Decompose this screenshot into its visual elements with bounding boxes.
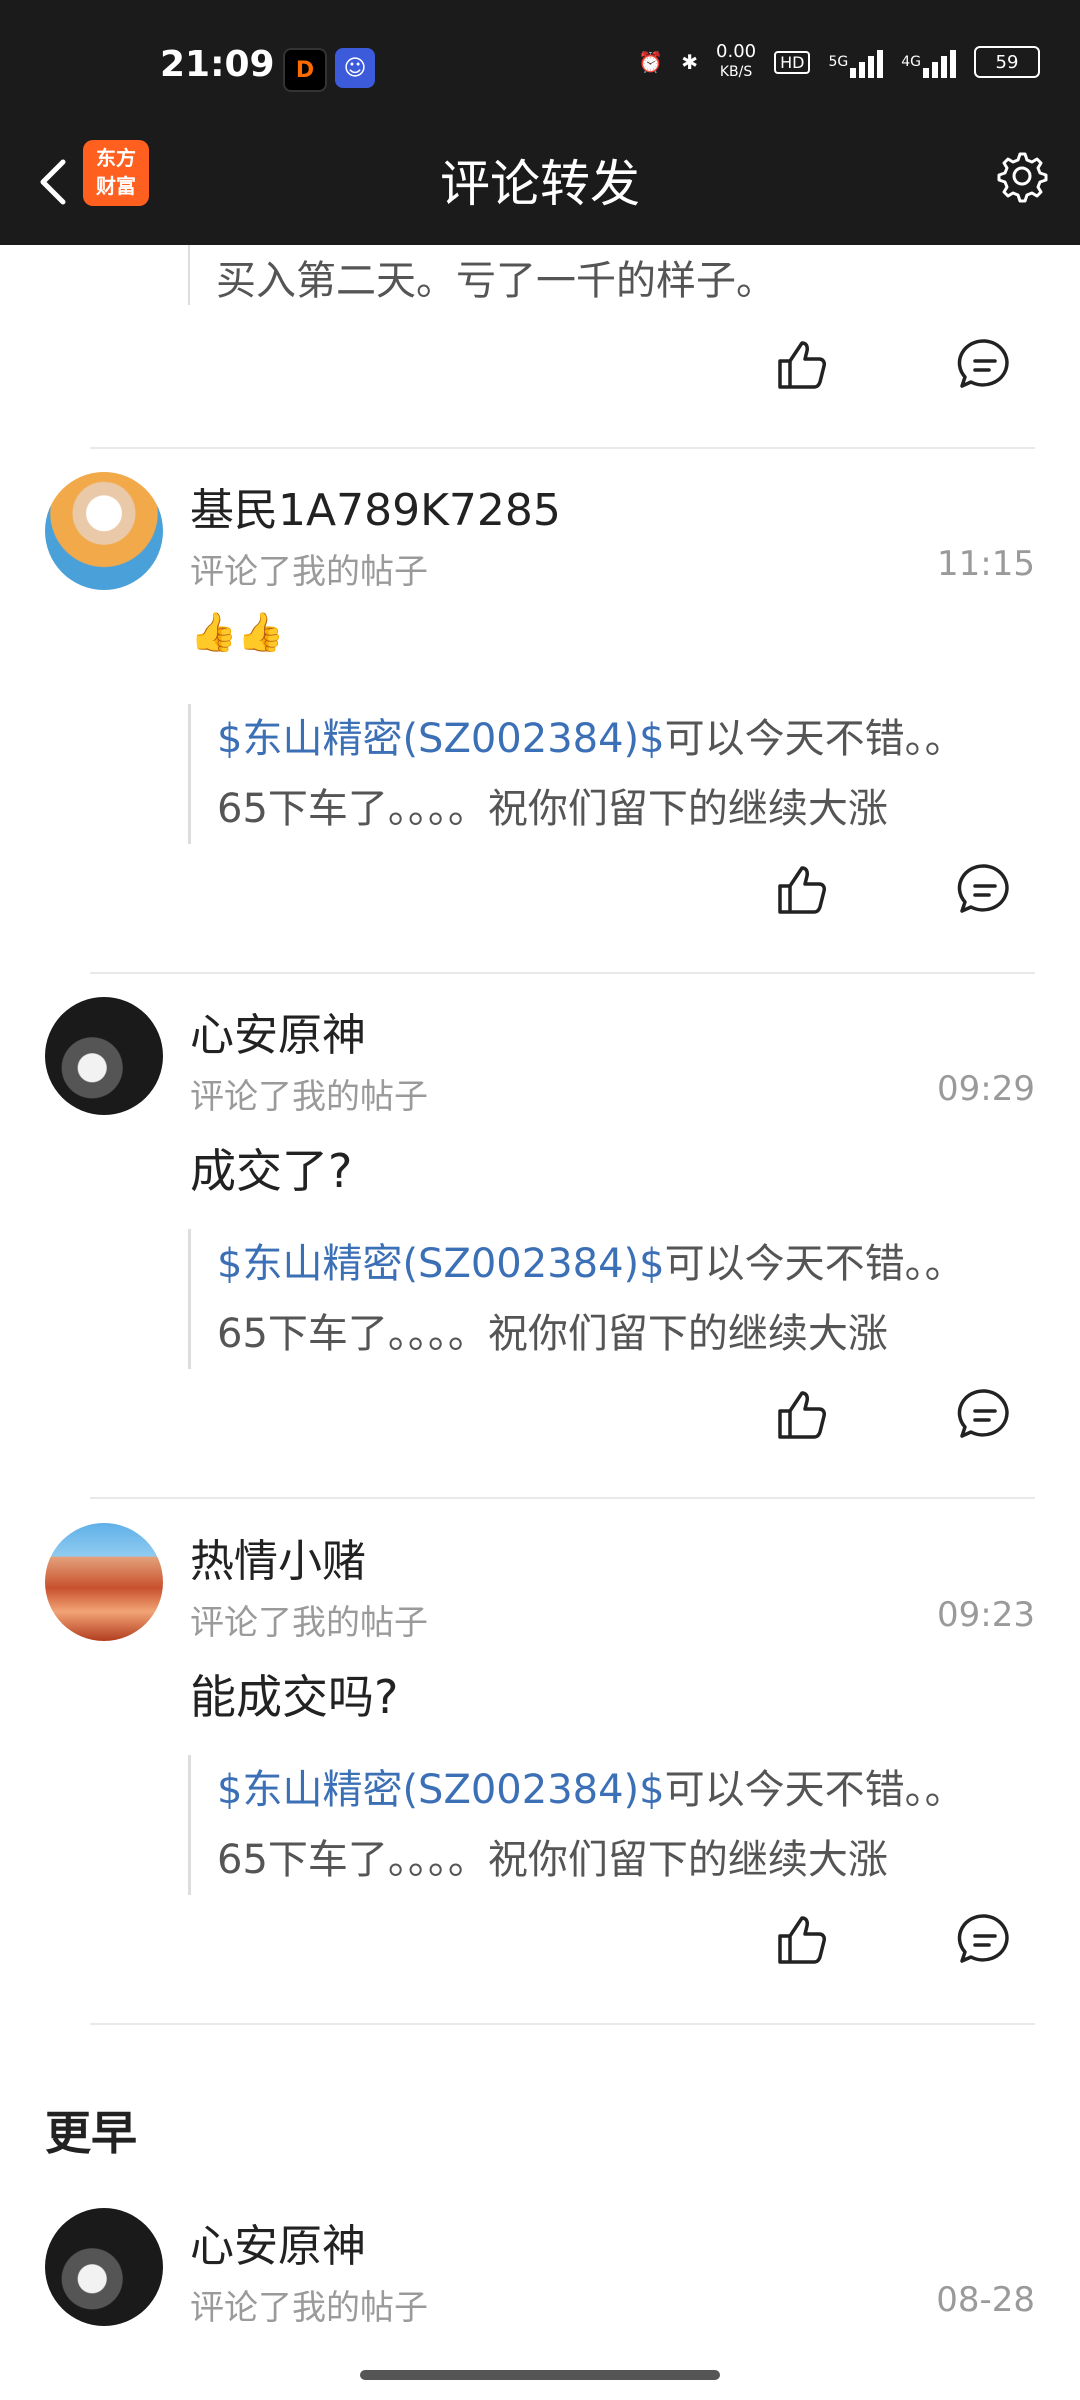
like-icon[interactable] bbox=[772, 1910, 832, 1970]
app-header: 东方 财富 评论转发 bbox=[0, 140, 1080, 245]
avatar[interactable] bbox=[45, 1523, 163, 1641]
avatar[interactable] bbox=[45, 472, 163, 590]
hd-icon: HD bbox=[774, 50, 811, 74]
quoted-post[interactable]: $东山精密(SZ002384)$可以今天不错。。 65下车了。。。。祝你们留下的… bbox=[188, 1229, 1048, 1369]
user-name[interactable]: 心安原神 bbox=[190, 2210, 366, 2274]
notification-app-icon: D bbox=[283, 48, 327, 92]
previous-quote-text: 买入第二天。亏了一千的样子。 bbox=[216, 258, 776, 304]
comment-body: 成交了? bbox=[190, 1144, 353, 1198]
timestamp: 11:15 bbox=[937, 544, 1035, 584]
signal-4g: 4G bbox=[901, 46, 956, 78]
divider bbox=[90, 1497, 1035, 1499]
comment-body: 👍👍 bbox=[190, 610, 285, 654]
bluetooth-icon: ✱ bbox=[681, 50, 699, 74]
alarm-icon: ⏰ bbox=[638, 50, 664, 74]
action-row bbox=[0, 860, 1080, 930]
action-row bbox=[0, 1385, 1080, 1455]
net-speed: 0.00 KB/S bbox=[716, 41, 757, 81]
notification-chat-icon: ☺ bbox=[335, 48, 375, 88]
settings-gear-icon[interactable] bbox=[990, 146, 1050, 206]
top-bar: 21:09 D ☺ ⏰ ✱ 0.00 KB/S HD 5G 4G 59 东方 财… bbox=[0, 0, 1080, 245]
stock-link[interactable]: $东山精密(SZ002384)$ bbox=[217, 716, 665, 762]
stock-link[interactable]: $东山精密(SZ002384)$ bbox=[217, 1241, 665, 1287]
status-icons: ⏰ ✱ 0.00 KB/S HD 5G 4G 59 bbox=[638, 42, 1040, 82]
timestamp: 09:29 bbox=[937, 1069, 1035, 1109]
comment-icon[interactable] bbox=[955, 1910, 1015, 1970]
user-name[interactable]: 热情小赌 bbox=[190, 1525, 366, 1589]
battery-icon: 59 bbox=[974, 46, 1040, 78]
like-icon[interactable] bbox=[772, 1385, 832, 1445]
status-time: 21:09 bbox=[160, 44, 275, 85]
action-subtitle: 评论了我的帖子 bbox=[190, 1603, 428, 1643]
like-icon[interactable] bbox=[772, 335, 832, 395]
quote-bar bbox=[188, 245, 190, 305]
action-subtitle: 评论了我的帖子 bbox=[190, 2288, 428, 2328]
user-name[interactable]: 心安原神 bbox=[190, 999, 366, 1063]
action-row bbox=[0, 1910, 1080, 1980]
comment-icon[interactable] bbox=[955, 1385, 1015, 1445]
action-row bbox=[0, 335, 1080, 405]
comment-icon[interactable] bbox=[955, 860, 1015, 920]
divider bbox=[90, 2023, 1035, 2025]
timestamp: 09:23 bbox=[937, 1595, 1035, 1635]
comment-icon[interactable] bbox=[955, 335, 1015, 395]
divider bbox=[90, 447, 1035, 449]
divider bbox=[90, 972, 1035, 974]
page-title: 评论转发 bbox=[440, 155, 640, 213]
action-subtitle: 评论了我的帖子 bbox=[190, 1077, 428, 1117]
section-header-earlier: 更早 bbox=[45, 2106, 137, 2160]
status-bar: 21:09 D ☺ ⏰ ✱ 0.00 KB/S HD 5G 4G 59 bbox=[0, 0, 1080, 140]
quoted-post[interactable]: $东山精密(SZ002384)$可以今天不错。。 65下车了。。。。祝你们留下的… bbox=[188, 1755, 1048, 1895]
comment-body: 能成交吗? bbox=[190, 1670, 399, 1724]
avatar[interactable] bbox=[45, 2208, 163, 2326]
quoted-post[interactable]: $东山精密(SZ002384)$可以今天不错。。 65下车了。。。。祝你们留下的… bbox=[188, 704, 1048, 844]
home-indicator[interactable] bbox=[360, 2370, 720, 2380]
timestamp: 08-28 bbox=[936, 2280, 1035, 2320]
user-name[interactable]: 基民1A789K7285 bbox=[190, 474, 561, 538]
signal-5g: 5G bbox=[828, 46, 884, 78]
action-subtitle: 评论了我的帖子 bbox=[190, 552, 428, 592]
stock-link[interactable]: $东山精密(SZ002384)$ bbox=[217, 1767, 665, 1813]
like-icon[interactable] bbox=[772, 860, 832, 920]
avatar[interactable] bbox=[45, 997, 163, 1115]
